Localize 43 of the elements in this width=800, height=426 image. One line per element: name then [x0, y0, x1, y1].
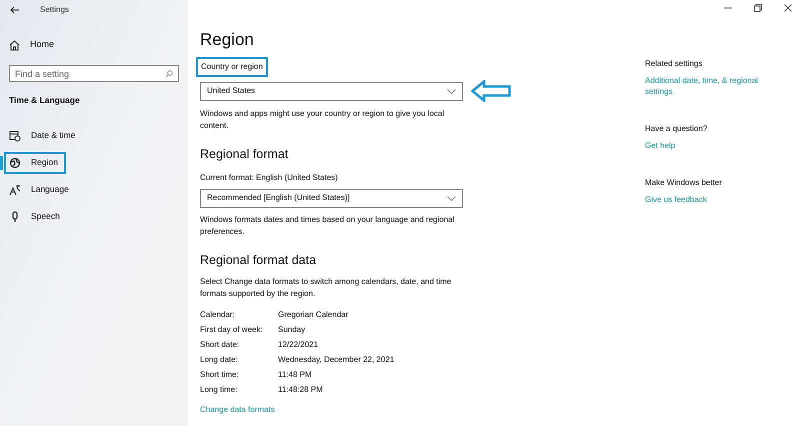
row-label: Calendar:	[200, 308, 236, 320]
chevron-down-icon	[447, 196, 456, 201]
description: Windows formats dates and times based on your language and regional preferences.	[200, 214, 456, 238]
nav-item[interactable]: Region	[6, 154, 64, 172]
row-label: First day of week:	[200, 324, 264, 336]
window-title: Settings	[40, 4, 69, 16]
chevron-down-icon	[447, 88, 456, 94]
row-label: Long time:	[200, 384, 238, 396]
group-heading: Have a question?	[645, 123, 708, 134]
row-label: Short date:	[200, 338, 240, 350]
row-value: 12/22/2021	[278, 338, 318, 350]
row-value: Sunday	[278, 324, 306, 336]
search-field[interactable]: Find a setting	[9, 65, 179, 82]
row-value: Gregorian Calendar	[278, 308, 348, 320]
description: Select Change data formats to switch among calendars, date, and time formats supported by the region.	[200, 276, 452, 300]
nav-item[interactable]: Date & time	[6, 126, 82, 145]
field-label: Current format: English (United States)	[200, 172, 339, 184]
restore-icon[interactable]	[754, 4, 762, 12]
language-icon	[9, 184, 21, 196]
close-icon[interactable]	[784, 4, 792, 12]
search-icon	[165, 70, 173, 78]
field-label: Country or region	[198, 59, 266, 75]
group-heading: Make Windows better	[645, 177, 723, 188]
row-label: Long date:	[200, 354, 239, 366]
page-title: Region	[200, 30, 255, 50]
home-nav-item[interactable]: Home	[0, 37, 188, 53]
dropdown[interactable]: United States	[200, 82, 463, 100]
description: Windows and apps might use your country or region to give you local content.	[200, 108, 446, 132]
section-heading: Regional format	[200, 146, 290, 163]
nav-item[interactable]: Language	[6, 180, 75, 199]
row-value: Wednesday, December 22, 2021	[278, 354, 394, 366]
home-icon	[9, 40, 20, 50]
dropdown[interactable]: Recommended [English (United States)]	[200, 188, 463, 208]
row-value: 11:48:28 PM	[278, 384, 323, 396]
nav-item[interactable]: Speech	[6, 208, 66, 226]
row-value: 11:48 PM	[278, 368, 312, 380]
section-heading: Regional format data	[200, 252, 318, 269]
globe-icon	[9, 156, 21, 169]
group-heading: Related settings	[645, 58, 704, 69]
row-label: Short time:	[200, 368, 240, 380]
section-heading: Time & Language	[8, 94, 81, 107]
calendar-clock-icon	[9, 130, 21, 142]
back-arrow-icon[interactable]	[10, 6, 20, 14]
